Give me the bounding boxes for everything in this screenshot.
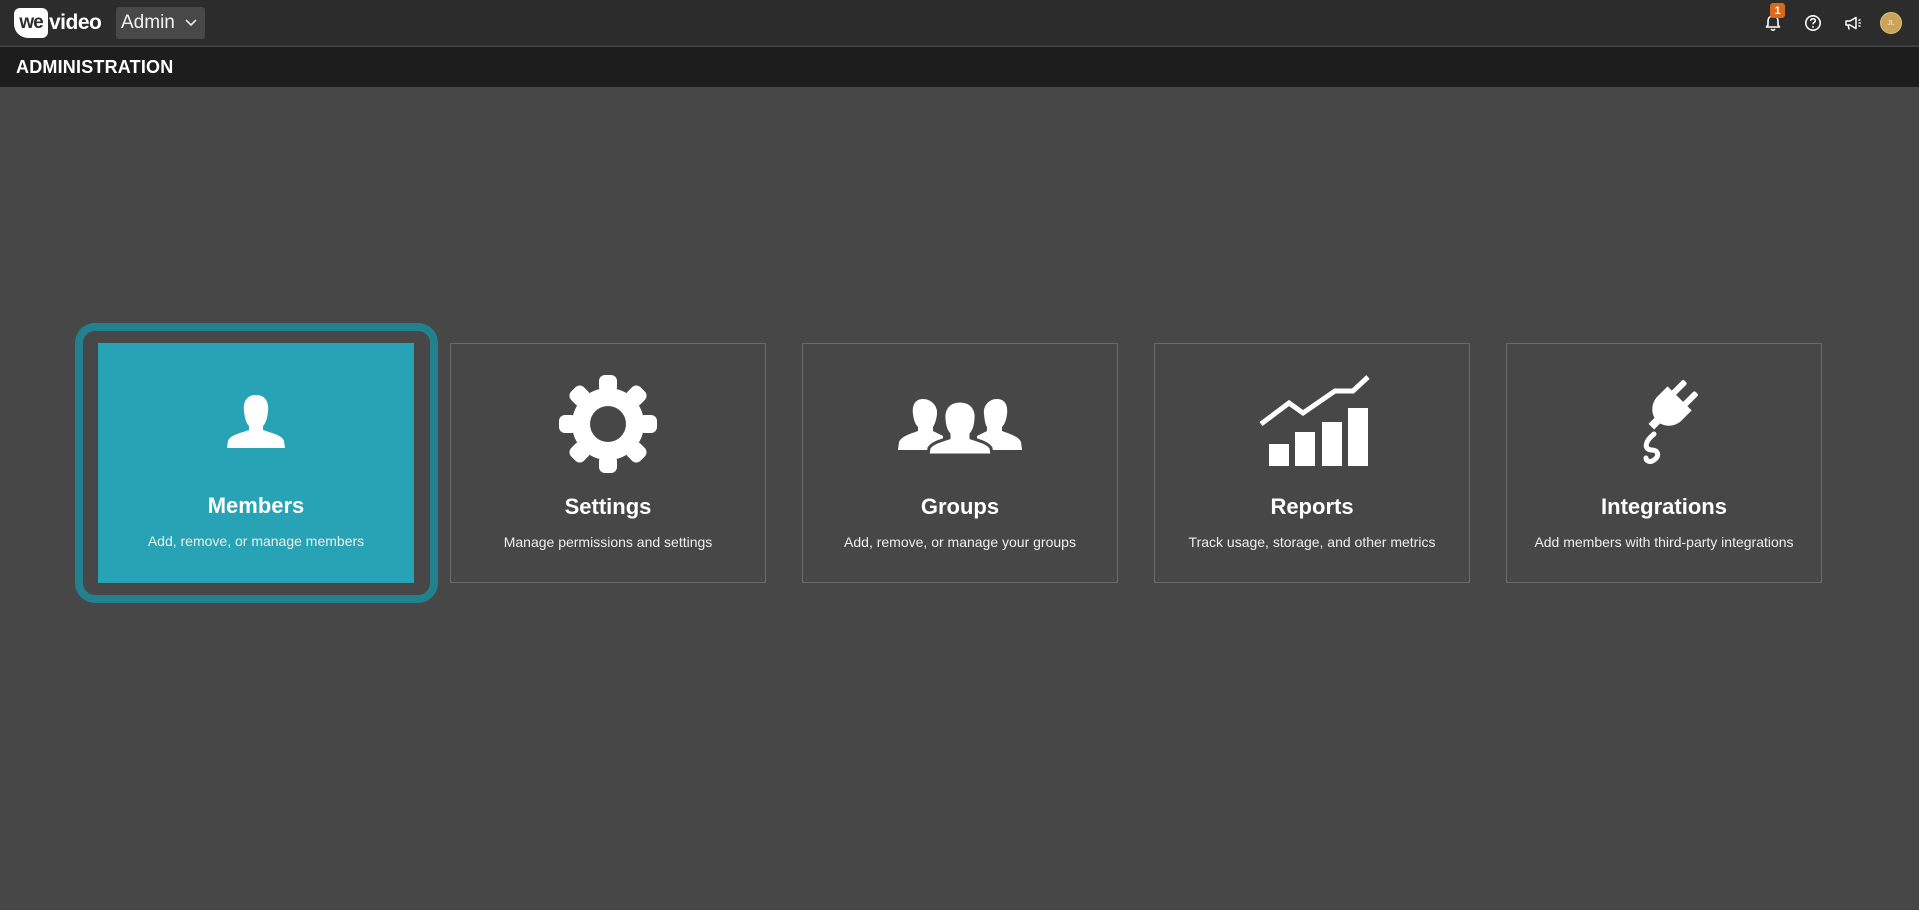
plug-icon bbox=[1507, 374, 1821, 474]
notification-badge: 1 bbox=[1770, 3, 1785, 18]
logo-we-mark: we bbox=[14, 8, 48, 38]
chevron-down-icon bbox=[185, 19, 197, 27]
user-icon bbox=[98, 373, 414, 473]
account-switcher[interactable]: Admin bbox=[116, 7, 205, 39]
card-integrations[interactable]: Integrations Add members with third-part… bbox=[1506, 343, 1822, 583]
card-title: Groups bbox=[920, 494, 1000, 519]
card-groups[interactable]: Groups Add, remove, or manage your group… bbox=[802, 343, 1118, 583]
gear-icon bbox=[451, 374, 765, 474]
card-members[interactable]: Members Add, remove, or manage members bbox=[98, 343, 414, 583]
megaphone-icon[interactable] bbox=[1842, 12, 1864, 34]
user-avatar[interactable]: JL bbox=[1880, 12, 1902, 34]
page-header: ADMINISTRATION bbox=[0, 47, 1919, 87]
card-settings[interactable]: Settings Manage permissions and settings bbox=[450, 343, 766, 583]
group-icon bbox=[803, 374, 1117, 474]
card-description: Add, remove, or manage your groups bbox=[844, 534, 1076, 550]
card-description: Add, remove, or manage members bbox=[147, 533, 365, 549]
card-title: Integrations bbox=[1601, 494, 1727, 519]
chart-icon bbox=[1155, 374, 1469, 474]
wevideo-logo[interactable]: we video bbox=[14, 7, 102, 39]
card-title: Reports bbox=[1270, 494, 1354, 519]
top-bar: we video Admin 1 JL bbox=[0, 0, 1919, 46]
card-title: Settings bbox=[564, 494, 652, 519]
card-description: Add members with third-party integration… bbox=[1534, 534, 1794, 550]
page-title: ADMINISTRATION bbox=[16, 56, 174, 77]
card-description: Track usage, storage, and other metrics bbox=[1188, 534, 1436, 550]
logo-wordmark: video bbox=[49, 11, 102, 34]
account-switcher-label: Admin bbox=[121, 12, 175, 33]
card-title: Members bbox=[207, 493, 305, 518]
help-circle-icon[interactable] bbox=[1802, 12, 1824, 34]
card-reports[interactable]: Reports Track usage, storage, and other … bbox=[1154, 343, 1470, 583]
card-description: Manage permissions and settings bbox=[503, 534, 713, 550]
